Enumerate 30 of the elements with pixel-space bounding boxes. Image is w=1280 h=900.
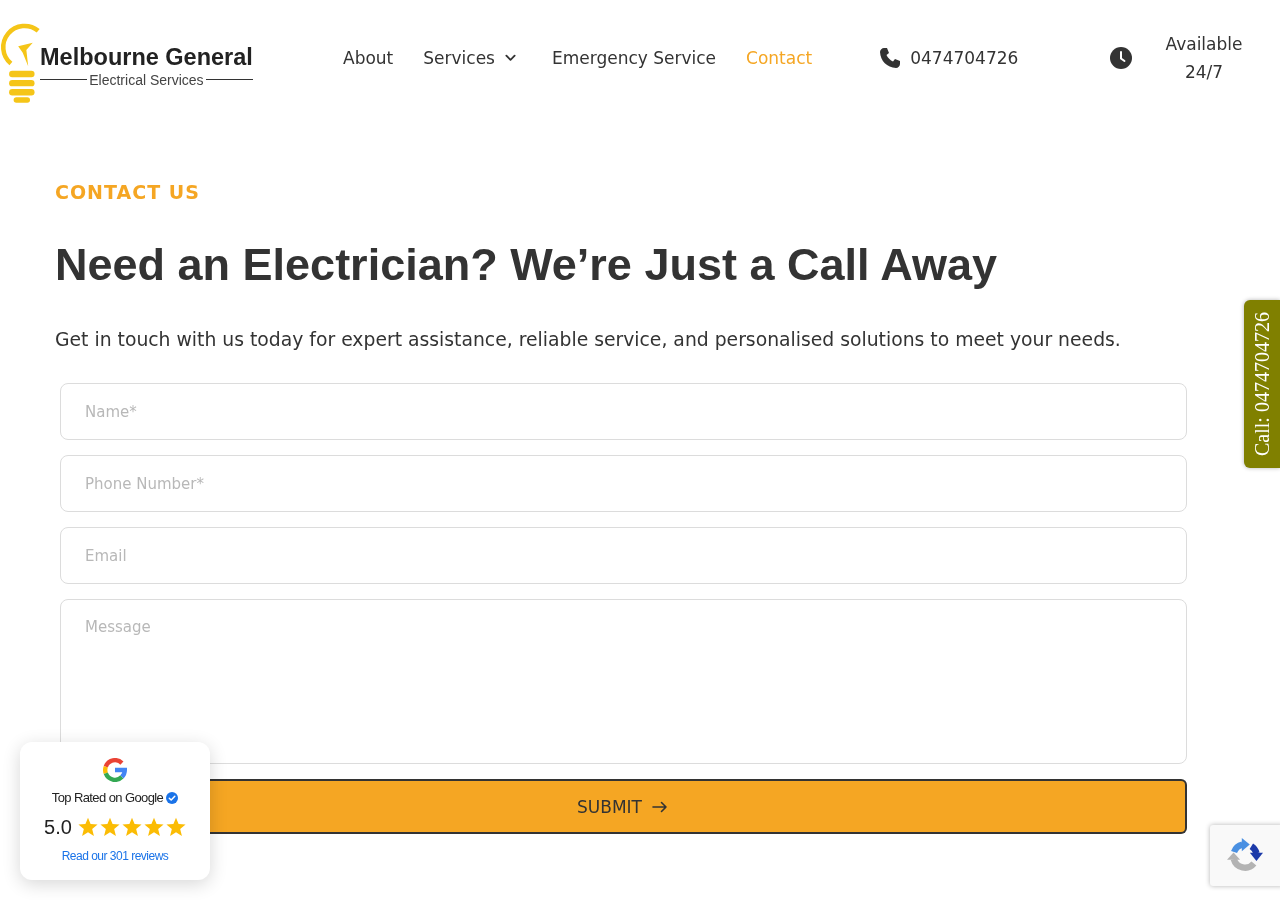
arrow-right-icon xyxy=(652,800,668,813)
clock-icon xyxy=(1110,46,1132,69)
phone-link[interactable]: 0474704726 xyxy=(880,45,1019,70)
star-icon xyxy=(143,817,164,837)
verified-check-icon xyxy=(166,792,179,804)
nav-link[interactable]: About xyxy=(343,45,394,70)
page-heading: Need an Electrician? We’re Just a Call Away xyxy=(55,240,998,290)
nav-link[interactable]: Services xyxy=(423,45,522,70)
nav-link[interactable]: Emergency Service xyxy=(551,45,717,70)
input-field[interactable]: Email xyxy=(60,527,1187,584)
input-field[interactable]: Name* xyxy=(60,383,1187,440)
message-field[interactable]: Message xyxy=(60,599,1187,764)
g-logo-icon xyxy=(103,758,127,782)
rating-value: 5.0 xyxy=(44,815,72,839)
intro-text: Get in touch with us today for expert assistance, reliable service, and personalised solutions to meet your needs. xyxy=(55,328,1121,352)
phone-icon xyxy=(880,47,901,68)
star-icon xyxy=(165,817,186,837)
rating-title: Top Rated on Google xyxy=(51,789,164,807)
input-field[interactable]: Phone Number* xyxy=(60,455,1187,512)
call-tab[interactable]: Call: 0474704726 xyxy=(1244,300,1280,468)
section-eyebrow: CONTACT US xyxy=(55,180,200,205)
submit-button[interactable]: SUBMIT xyxy=(210,779,1187,834)
reviews-link[interactable]: Read our 301 reviews xyxy=(61,848,169,864)
star-icon xyxy=(121,817,142,837)
availability-text: Available 24/7 xyxy=(1164,32,1244,84)
logo-subtitle: Electrical Services xyxy=(89,70,204,89)
star-icon xyxy=(77,817,98,837)
star-icon xyxy=(99,817,120,837)
logo-title: Melbourne General xyxy=(40,44,253,69)
circular-arrows-icon xyxy=(1227,837,1263,874)
